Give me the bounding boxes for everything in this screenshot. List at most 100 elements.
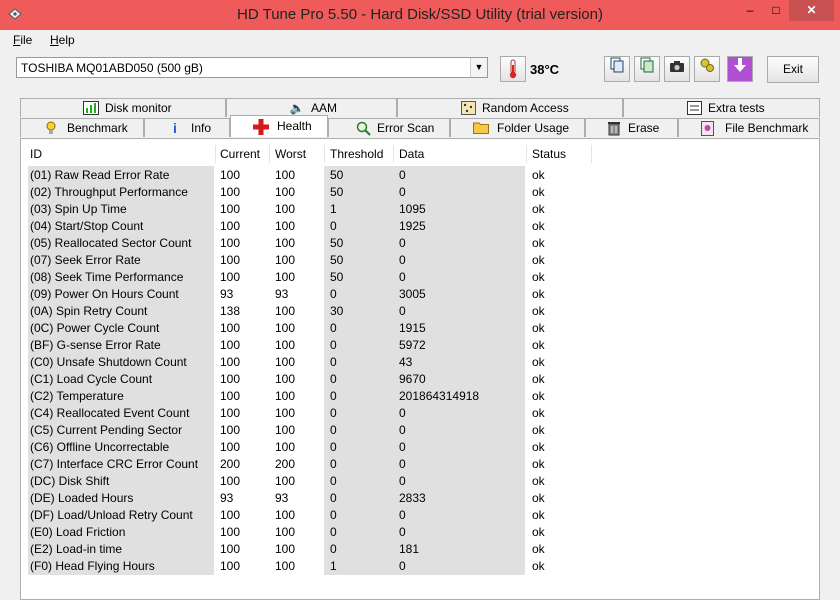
cell-current: 100 [220,559,241,573]
cell-status: ok [532,491,545,505]
tab-folder-usage[interactable]: Folder Usage [450,118,585,137]
table-row[interactable]: (C0) Unsafe Shutdown Count 100 100 0 43 ok [21,353,621,370]
cell-status: ok [532,423,545,437]
cell-data: 0 [399,440,406,454]
table-row[interactable]: (08) Seek Time Performance 100 100 50 0 ok [21,268,621,285]
cell-current: 100 [220,219,241,233]
table-row[interactable]: (BF) G-sense Error Rate 100 100 0 5972 ok [21,336,621,353]
column-header-threshold[interactable]: Threshold [330,147,383,161]
column-header-current[interactable]: Current [220,147,260,161]
column-divider[interactable] [393,145,394,163]
cell-data: 0 [399,559,406,573]
chevron-down-icon[interactable]: ▼ [470,58,487,77]
table-row[interactable]: (DE) Loaded Hours 93 93 0 2833 ok [21,489,621,506]
tab-erase[interactable]: Erase [585,118,678,137]
menu-help[interactable]: Help [50,33,75,47]
cell-attribute-id: (C2) Temperature [30,389,124,403]
menu-file[interactable]: File [13,33,32,47]
table-row[interactable]: (C4) Reallocated Event Count 100 100 0 0 ok [21,404,621,421]
column-header-worst[interactable]: Worst [275,147,306,161]
tab-random-access[interactable]: Random Access [397,98,623,117]
table-row[interactable]: (E0) Load Friction 100 100 0 0 ok [21,523,621,540]
table-row[interactable]: (C2) Temperature 100 100 0 201864314918 ok [21,387,621,404]
cell-current: 100 [220,338,241,352]
cell-attribute-id: (01) Raw Read Error Rate [30,168,170,182]
table-row[interactable]: (E2) Load-in time 100 100 0 181 ok [21,540,621,557]
table-row[interactable]: (DF) Load/Unload Retry Count 100 100 0 0 ok [21,506,621,523]
cell-status: ok [532,236,545,250]
tab-info[interactable]: i Info [144,118,230,137]
cell-data: 5972 [399,338,426,352]
cell-worst: 100 [275,355,296,369]
column-divider[interactable] [526,145,527,163]
copy-all-icon[interactable] [634,56,660,82]
cell-attribute-id: (C7) Interface CRC Error Count [30,457,199,471]
download-icon[interactable] [727,56,753,82]
column-divider[interactable] [591,145,592,163]
cell-attribute-id: (DF) Load/Unload Retry Count [30,508,193,522]
table-row[interactable]: (F0) Head Flying Hours 100 100 1 0 ok [21,557,621,574]
cell-status: ok [532,542,545,556]
tab-error-scan[interactable]: Error Scan [328,118,450,137]
exit-button[interactable]: Exit [767,56,819,83]
copy-info-icon[interactable] [604,56,630,82]
cell-data: 0 [399,253,406,267]
tab-extra-tests[interactable]: Extra tests [623,98,820,117]
column-header-status[interactable]: Status [532,147,566,161]
table-row[interactable]: (C1) Load Cycle Count 100 100 0 9670 ok [21,370,621,387]
cell-attribute-id: (DE) Loaded Hours [30,491,134,505]
table-row[interactable]: (05) Reallocated Sector Count 100 100 50 0 ok [21,234,621,251]
extra-tests-icon [686,101,702,116]
tab-benchmark[interactable]: Benchmark [20,118,144,137]
cell-current: 100 [220,542,241,556]
options-icon[interactable] [694,56,720,82]
tab-health[interactable]: Health [230,115,328,137]
column-divider[interactable] [215,145,216,163]
cell-data: 0 [399,168,406,182]
cell-data: 0 [399,508,406,522]
column-header-id[interactable]: ID [30,147,42,161]
table-row[interactable]: (C7) Interface CRC Error Count 200 200 0 0 ok [21,455,621,472]
cell-threshold: 0 [330,423,337,437]
cell-status: ok [532,355,545,369]
table-row[interactable]: (03) Spin Up Time 100 100 1 1095 ok [21,200,621,217]
table-row[interactable]: (DC) Disk Shift 100 100 0 0 ok [21,472,621,489]
maximize-button[interactable]: □ [763,0,789,21]
cell-threshold: 30 [330,304,344,318]
cell-worst: 100 [275,372,296,386]
column-header-data[interactable]: Data [399,147,424,161]
table-row[interactable]: (09) Power On Hours Count 93 93 0 3005 ok [21,285,621,302]
close-button[interactable]: ✕ [789,0,834,21]
drive-select[interactable]: TOSHIBA MQ01ABD050 (500 gB) ▼ [16,57,488,78]
table-row[interactable]: (04) Start/Stop Count 100 100 0 1925 ok [21,217,621,234]
column-divider[interactable] [269,145,270,163]
table-row[interactable]: (01) Raw Read Error Rate 100 100 50 0 ok [21,166,621,183]
table-row[interactable]: (07) Seek Error Rate 100 100 50 0 ok [21,251,621,268]
cell-attribute-id: (08) Seek Time Performance [30,270,184,284]
cell-worst: 100 [275,440,296,454]
cell-status: ok [532,287,545,301]
cell-worst: 100 [275,406,296,420]
cell-status: ok [532,202,545,216]
table-row[interactable]: (0C) Power Cycle Count 100 100 0 1915 ok [21,319,621,336]
cell-threshold: 0 [330,542,337,556]
minimize-button[interactable]: – [737,0,763,21]
cell-current: 100 [220,355,241,369]
cell-worst: 100 [275,270,296,284]
table-row[interactable]: (C5) Current Pending Sector 100 100 0 0 ok [21,421,621,438]
cell-worst: 100 [275,389,296,403]
drive-select-value: TOSHIBA MQ01ABD050 (500 gB) [21,61,203,75]
tab-file-benchmark[interactable]: File Benchmark [678,118,820,137]
cell-threshold: 0 [330,321,337,335]
cell-current: 100 [220,508,241,522]
camera-icon[interactable] [664,56,690,82]
cell-attribute-id: (07) Seek Error Rate [30,253,141,267]
table-row[interactable]: (02) Throughput Performance 100 100 50 0 ok [21,183,621,200]
table-row[interactable]: (0A) Spin Retry Count 138 100 30 0 ok [21,302,621,319]
column-divider[interactable] [324,145,325,163]
cell-threshold: 0 [330,474,337,488]
table-row[interactable]: (C6) Offline Uncorrectable 100 100 0 0 ok [21,438,621,455]
cell-current: 100 [220,372,241,386]
cell-threshold: 0 [330,287,337,301]
tab-disk-monitor[interactable]: Disk monitor [20,98,226,117]
